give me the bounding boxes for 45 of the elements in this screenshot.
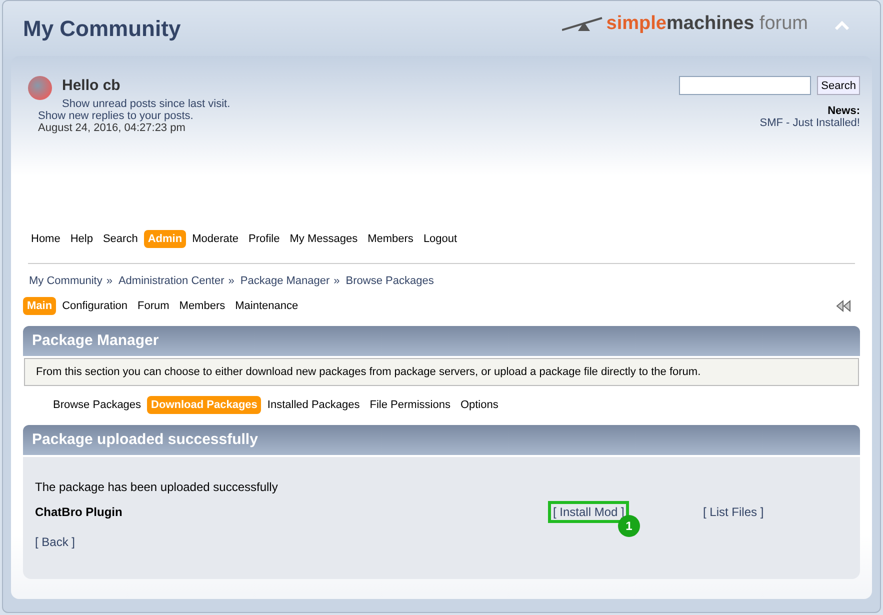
menu-item[interactable]: Home [27, 230, 64, 248]
logo-text: simplemachines forum [606, 12, 808, 34]
breadcrumb-link[interactable]: My Community [29, 275, 102, 287]
menu-item[interactable]: Profile [244, 230, 284, 248]
admin-tab[interactable]: Members [175, 297, 230, 315]
lever-icon [562, 16, 604, 32]
avatar[interactable] [28, 76, 52, 100]
menu-item[interactable]: Moderate [188, 230, 243, 248]
section-header: Package uploaded successfully [23, 425, 860, 455]
section-header: Package Manager [23, 326, 860, 356]
back-link[interactable]: [ Back ] [35, 535, 848, 549]
site-title: My Community [23, 16, 182, 42]
menu-item[interactable]: Search [98, 230, 142, 248]
news-label: News: [826, 105, 860, 117]
admin-tab[interactable]: Forum [134, 297, 174, 315]
breadcrumb-link[interactable]: Administration Center [118, 275, 224, 287]
package-tab[interactable]: Options [456, 396, 502, 414]
package-tab[interactable]: Browse Packages [49, 396, 146, 414]
admin-tab[interactable]: Configuration [58, 297, 132, 315]
breadcrumb-separator: » [334, 275, 340, 287]
admin-tab[interactable]: Maintenance [231, 297, 302, 315]
step-badge: 1 [618, 515, 640, 537]
menu-item[interactable]: Members [364, 230, 418, 248]
collapse-sidebar-icon[interactable] [836, 300, 852, 312]
search-field[interactable] [679, 76, 812, 95]
date-text: August 24, 2016, 04:27:23 pm [37, 122, 186, 134]
package-tab[interactable]: File Permissions [366, 396, 454, 414]
new-replies-link[interactable]: Show new replies to your posts. [23, 110, 230, 122]
menu-item[interactable]: Logout [419, 230, 462, 248]
menu-item[interactable]: Help [66, 230, 97, 248]
menu-item[interactable]: My Messages [286, 230, 362, 248]
news-text: SMF - Just Installed! [758, 117, 860, 129]
collapse-icon[interactable] [834, 20, 850, 30]
package-name: ChatBro Plugin [35, 505, 124, 519]
greeting: Hello cb [62, 77, 122, 94]
unread-posts-link[interactable]: Show unread posts since last visit. [62, 98, 230, 110]
breadcrumb-separator: » [106, 275, 112, 287]
package-tab[interactable]: Installed Packages [263, 396, 364, 414]
breadcrumb-link[interactable]: Package Manager [240, 275, 330, 287]
status-message: The package has been uploaded successfully [35, 480, 279, 494]
action-link[interactable]: [ List Files ] [698, 501, 769, 523]
breadcrumb-separator: » [228, 275, 234, 287]
breadcrumb-link[interactable]: Browse Packages [346, 275, 434, 287]
section-description: From this section you can choose to either download new packages from package servers, or upload a package file directly to the forum. [24, 358, 859, 386]
search-button[interactable]: Search [817, 76, 860, 95]
